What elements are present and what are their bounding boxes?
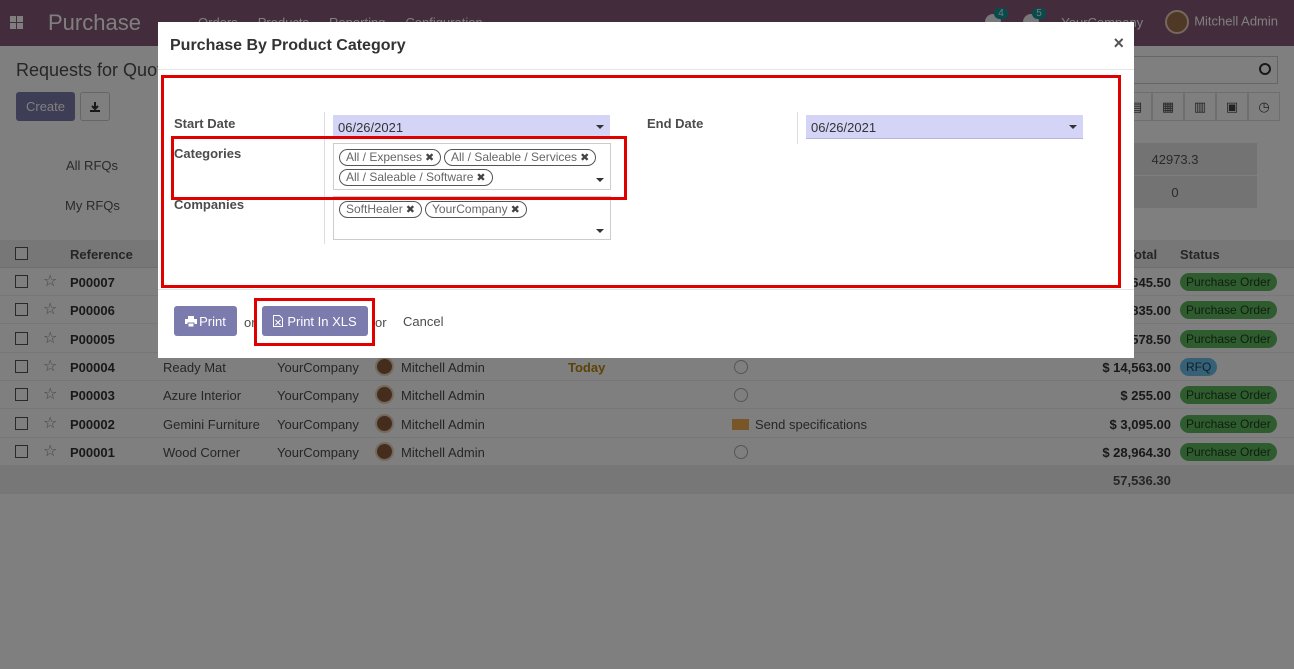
dialog-title: Purchase By Product Category — [170, 37, 406, 54]
print-label: Print — [199, 313, 226, 329]
highlight-frame-xls — [254, 298, 375, 346]
cancel-button[interactable]: Cancel — [403, 314, 443, 329]
print-icon — [185, 315, 198, 327]
report-dialog: Purchase By Product Category × Start Dat… — [158, 22, 1134, 358]
highlight-frame-categories — [171, 136, 627, 200]
or-text: or — [375, 315, 387, 330]
close-icon[interactable]: × — [1113, 33, 1124, 54]
print-button[interactable]: Print — [174, 306, 237, 336]
dialog-header: Purchase By Product Category × — [158, 22, 1134, 70]
